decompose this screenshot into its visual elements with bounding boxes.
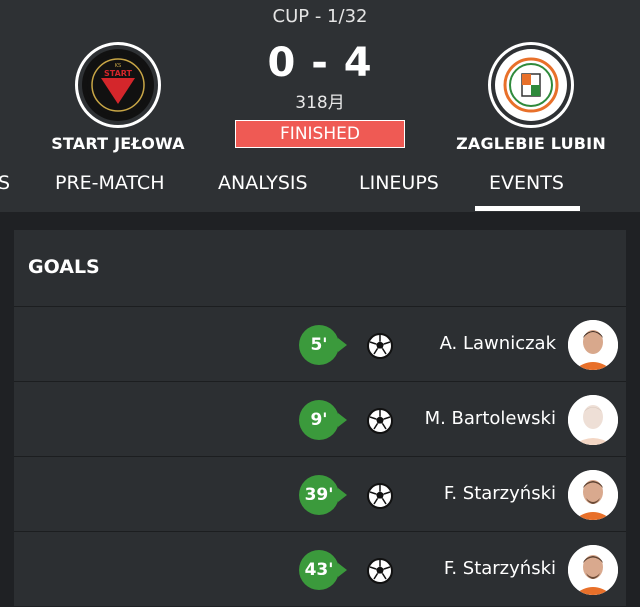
tab-analysis[interactable]: ANALYSIS (218, 172, 308, 194)
player-name[interactable]: F. Starzyński (444, 483, 556, 504)
away-team-name[interactable]: ZAGLEBIE LUBIN (431, 134, 631, 153)
goal-minute: 43' (299, 550, 347, 590)
goal-minute: 9' (299, 400, 347, 440)
section-title: GOALS (28, 256, 100, 278)
tab-events[interactable]: EVENTS (489, 172, 564, 194)
player-name[interactable]: A. Lawniczak (440, 333, 556, 354)
svg-text:START: START (104, 69, 133, 78)
player-photo-icon (568, 470, 618, 520)
soccer-ball-icon (367, 333, 393, 359)
home-team-name[interactable]: START JEŁOWA (18, 134, 218, 153)
match-score: 0 - 4 (267, 40, 373, 86)
away-team-logo[interactable] (488, 42, 574, 128)
active-tab-indicator (475, 206, 580, 211)
start-jelowa-crest-icon: START KS (87, 54, 149, 116)
tab-lineups[interactable]: LINEUPS (359, 172, 439, 194)
player-avatar[interactable] (568, 470, 618, 520)
soccer-ball-icon (367, 558, 393, 584)
soccer-ball-icon (367, 408, 393, 434)
player-name[interactable]: F. Starzyński (444, 558, 556, 579)
tab-previous-partial[interactable]: S (0, 172, 10, 194)
goal-row[interactable]: 43' F. Starzyński (14, 531, 626, 607)
zaglebie-lubin-crest-icon (501, 55, 561, 115)
home-team[interactable]: START KS START JEŁOWA (18, 42, 218, 153)
player-name[interactable]: M. Bartolewski (425, 408, 556, 429)
player-photo-icon (568, 395, 618, 445)
player-avatar[interactable] (568, 545, 618, 595)
tab-pre-match[interactable]: PRE-MATCH (55, 172, 164, 194)
tab-bar: S PRE-MATCH ANALYSIS LINEUPS EVENTS (0, 160, 640, 212)
goal-minute: 39' (299, 475, 347, 515)
goal-row[interactable]: 39' F. Starzyński (14, 456, 626, 532)
competition-label: CUP - 1/32 (272, 6, 368, 27)
match-date: 318月 (295, 93, 345, 113)
player-avatar[interactable] (568, 395, 618, 445)
goals-card: GOALS 5' A. Lawniczak 9' M. Bartolewski (14, 230, 626, 606)
away-team[interactable]: ZAGLEBIE LUBIN (431, 42, 631, 153)
goal-row[interactable]: 9' M. Bartolewski (14, 381, 626, 457)
match-header: CUP - 1/32 START KS START JEŁOWA 0 - 4 3… (0, 0, 640, 212)
svg-text:KS: KS (115, 63, 121, 69)
soccer-ball-icon (367, 483, 393, 509)
goal-row[interactable]: 5' A. Lawniczak (14, 306, 626, 382)
player-photo-icon (568, 545, 618, 595)
home-team-logo[interactable]: START KS (75, 42, 161, 128)
player-avatar[interactable] (568, 320, 618, 370)
goal-minute: 5' (299, 325, 347, 365)
player-photo-icon (568, 320, 618, 370)
status-badge: FINISHED (235, 120, 405, 148)
